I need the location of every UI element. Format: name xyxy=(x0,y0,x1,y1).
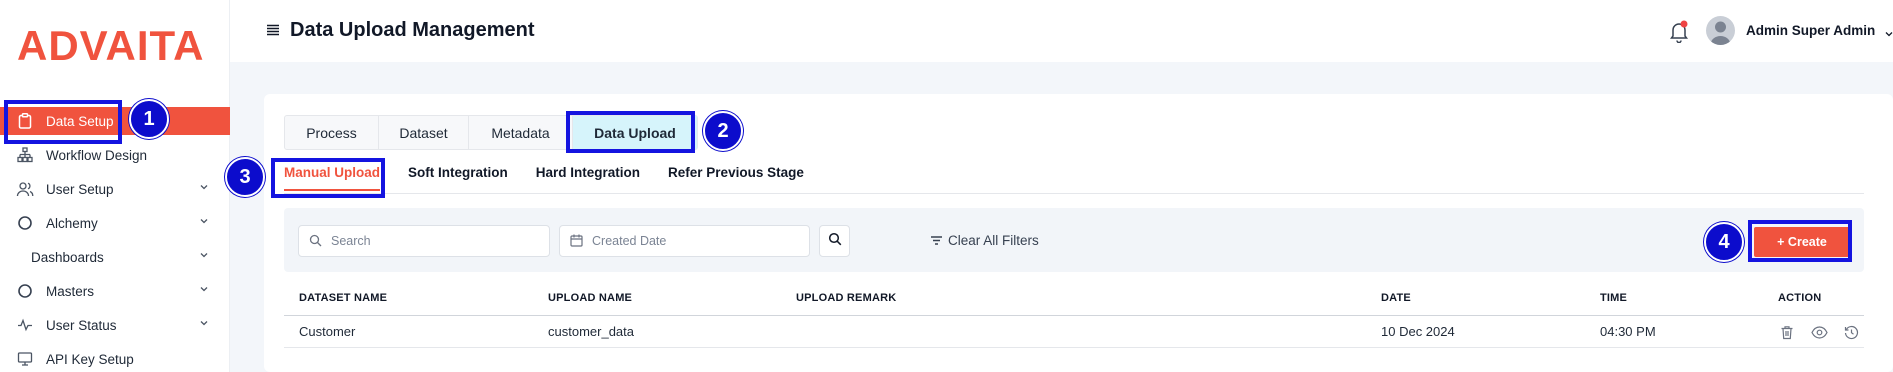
sidebar-item-user-status[interactable]: User Status xyxy=(0,311,230,339)
created-date-field[interactable]: Created Date xyxy=(559,225,810,257)
circle-icon xyxy=(16,282,34,300)
sidebar-item-label: Workflow Design xyxy=(46,147,148,163)
chevron-down-icon[interactable] xyxy=(198,181,212,195)
table-row[interactable]: Customer customer_data 10 Dec 2024 04:30… xyxy=(284,316,1864,348)
search-button[interactable] xyxy=(819,225,850,257)
step-badge-3: 3 xyxy=(225,157,265,197)
search-icon xyxy=(828,232,842,251)
chevron-down-icon[interactable] xyxy=(198,317,212,331)
sidebar-item-label: Masters xyxy=(46,283,95,299)
sidebar-item-label: User Setup xyxy=(46,181,114,197)
history-icon[interactable] xyxy=(1842,323,1860,341)
tab-metadata[interactable]: Metadata xyxy=(469,116,573,149)
delete-icon[interactable] xyxy=(1778,323,1796,341)
chevron-down-icon[interactable] xyxy=(198,215,212,229)
sidebar-item-api-key-setup[interactable]: API Key Setup xyxy=(0,345,230,372)
subtab-divider xyxy=(284,193,1864,194)
column-header-time[interactable]: TIME xyxy=(1600,292,1627,304)
sidebar-item-dashboards[interactable]: Dashboards xyxy=(0,243,230,271)
subtab-soft-integration[interactable]: Soft Integration xyxy=(408,165,508,191)
brand-logo[interactable]: ADVAITA xyxy=(17,22,204,70)
cell-time: 04:30 PM xyxy=(1600,324,1656,339)
tab-process[interactable]: Process xyxy=(285,116,379,149)
column-header-upload-name[interactable]: UPLOAD NAME xyxy=(548,292,632,304)
chevron-down-icon[interactable] xyxy=(1884,26,1893,37)
calendar-icon xyxy=(570,234,584,248)
users-icon xyxy=(16,180,34,198)
hamburger-menu-icon[interactable] xyxy=(266,23,280,37)
avatar[interactable] xyxy=(1706,16,1735,45)
cell-dataset-name: Customer xyxy=(299,324,356,339)
search-icon xyxy=(309,234,323,248)
filter-lines-icon xyxy=(930,234,944,248)
sidebar: ADVAITA Data Setup Workflow Design User … xyxy=(0,0,230,372)
tab-dataset[interactable]: Dataset xyxy=(379,116,469,149)
sidebar-item-user-setup[interactable]: User Setup xyxy=(0,175,230,203)
date-placeholder: Created Date xyxy=(592,234,667,248)
highlight-box-manual-upload xyxy=(271,158,385,198)
step-badge-4: 4 xyxy=(1704,222,1744,262)
column-header-dataset-name[interactable]: DATASET NAME xyxy=(299,292,387,304)
search-placeholder: Search xyxy=(331,234,371,248)
cell-upload-name: customer_data xyxy=(548,324,634,339)
step-badge-1: 1 xyxy=(129,99,169,139)
sidebar-item-label: User Status xyxy=(46,317,117,333)
table-header: DATASET NAME UPLOAD NAME UPLOAD REMARK D… xyxy=(284,286,1864,316)
app-root: ADVAITA Data Setup Workflow Design User … xyxy=(0,0,1893,372)
highlight-box-create-button xyxy=(1748,220,1852,262)
clear-filters-label: Clear All Filters xyxy=(948,233,1039,248)
column-header-date[interactable]: DATE xyxy=(1381,292,1411,304)
view-eye-icon[interactable] xyxy=(1810,323,1828,341)
notification-bell-icon[interactable] xyxy=(1668,19,1690,44)
sidebar-item-alchemy[interactable]: Alchemy xyxy=(0,209,230,237)
clear-all-filters-button[interactable]: Clear All Filters xyxy=(930,233,1039,248)
top-header: Data Upload Management Admin Super Admin xyxy=(230,0,1893,62)
column-header-action: ACTION xyxy=(1778,292,1822,304)
sidebar-item-label: Alchemy xyxy=(46,215,98,231)
step-badge-2: 2 xyxy=(703,111,743,151)
page-title: Data Upload Management xyxy=(290,19,535,41)
sidebar-item-workflow-design[interactable]: Workflow Design xyxy=(0,141,230,169)
sidebar-item-masters[interactable]: Masters xyxy=(0,277,230,305)
cell-date: 10 Dec 2024 xyxy=(1381,324,1455,339)
search-input[interactable]: Search xyxy=(298,225,550,257)
chevron-down-icon[interactable] xyxy=(198,283,212,297)
sidebar-item-label: Dashboards xyxy=(31,249,104,265)
circle-icon xyxy=(16,214,34,232)
highlight-box-data-setup xyxy=(4,100,122,144)
sitemap-icon xyxy=(16,146,34,164)
key-screen-icon xyxy=(16,350,34,368)
subtab-hard-integration[interactable]: Hard Integration xyxy=(536,165,640,191)
activity-icon xyxy=(16,316,34,334)
chevron-down-icon[interactable] xyxy=(198,249,212,263)
highlight-box-data-upload-tab xyxy=(566,111,695,153)
user-name[interactable]: Admin Super Admin xyxy=(1746,23,1875,38)
subtab-refer-previous-stage[interactable]: Refer Previous Stage xyxy=(668,165,804,191)
sidebar-item-label: API Key Setup xyxy=(46,351,134,367)
column-header-upload-remark[interactable]: UPLOAD REMARK xyxy=(796,292,896,304)
